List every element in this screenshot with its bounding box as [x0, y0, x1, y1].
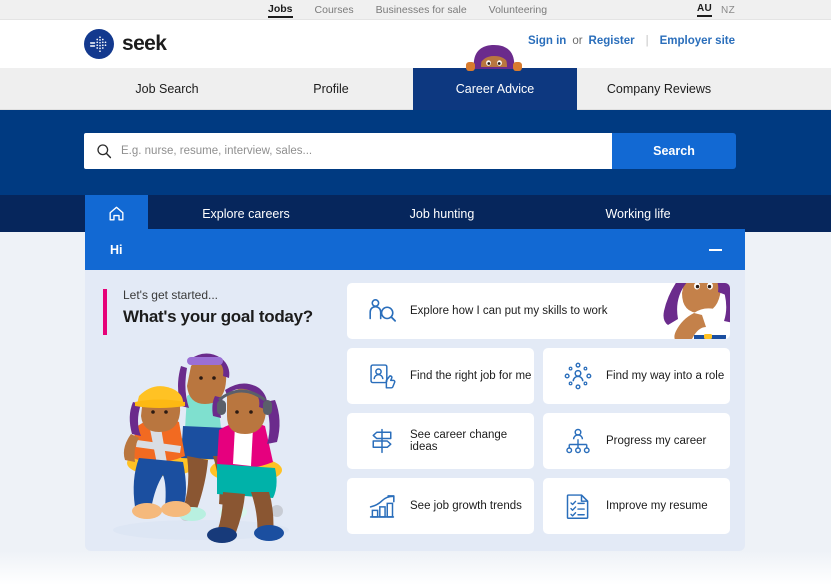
- subnav-item-working-life[interactable]: Working life: [540, 195, 736, 232]
- subnav-item-job-hunting[interactable]: Job hunting: [344, 195, 540, 232]
- greeting-bar: Hi: [85, 229, 745, 270]
- page-footer-fade: [0, 551, 831, 585]
- search-placeholder-text: E.g. nurse, resume, interview, sales...: [121, 145, 313, 157]
- pink-accent-bar: [103, 289, 107, 335]
- person-search-icon: [365, 294, 399, 328]
- tab-career-advice[interactable]: Career Advice: [413, 68, 577, 110]
- goal-card-progress-career[interactable]: Progress my career: [543, 413, 730, 469]
- goal-cards-row-4: See job growth trends Improve my resume: [347, 478, 730, 534]
- utility-link-jobs[interactable]: Jobs: [268, 3, 293, 18]
- goal-card-label: Find the right job for me: [410, 370, 532, 382]
- goal-card-career-change-ideas[interactable]: See career change ideas: [347, 413, 534, 469]
- greeting-text: Hi: [110, 242, 123, 257]
- panel-headline: What's your goal today?: [123, 307, 313, 326]
- locale-switcher: AU NZ: [697, 0, 735, 20]
- utility-link-courses[interactable]: Courses: [315, 4, 354, 16]
- subnav-home-button[interactable]: [85, 195, 148, 232]
- checklist-document-icon: [561, 489, 595, 523]
- person-network-nodes-icon: [561, 359, 595, 393]
- seek-career-advice-page: Jobs Courses Businesses for sale Volunte…: [0, 0, 831, 585]
- search-icon: [97, 144, 112, 159]
- goal-card-label: See career change ideas: [410, 429, 508, 453]
- org-chart-icon: [561, 424, 595, 458]
- account-links: Sign in or Register | Employer site: [528, 35, 735, 47]
- woman-purple-hair-illustration: [663, 283, 730, 339]
- goal-card-label: See job growth trends: [410, 500, 522, 512]
- subnav-item-explore-careers[interactable]: Explore careers: [148, 195, 344, 232]
- career-advice-subnav: Explore careers Job hunting Working life: [0, 195, 831, 232]
- tab-profile[interactable]: Profile: [249, 68, 413, 110]
- person-card-thumbs-up-icon: [365, 359, 399, 393]
- panel-left-column: Let's get started... What's your goal to…: [85, 270, 343, 551]
- sign-in-link[interactable]: Sign in: [528, 35, 566, 47]
- goal-card-label: Progress my career: [606, 435, 707, 447]
- link-divider: |: [645, 35, 649, 47]
- goal-card-explore-skills[interactable]: Explore how I can put my skills to work: [347, 283, 730, 339]
- register-link[interactable]: Register: [589, 35, 635, 47]
- goal-cards-row-3: See career change ideas Progress my care…: [347, 413, 730, 469]
- search-input[interactable]: E.g. nurse, resume, interview, sales...: [84, 133, 612, 169]
- locale-au[interactable]: AU: [697, 3, 713, 17]
- goal-cards-row-2: Find the right job for me Find my way in…: [347, 348, 730, 404]
- goal-card-label: Improve my resume: [606, 500, 708, 512]
- main-tab-bar: Job Search Profile Career Advice Company…: [0, 45, 831, 110]
- goal-selection-panel: Let's get started... What's your goal to…: [85, 270, 745, 551]
- bar-chart-arrow-up-icon: [365, 489, 399, 523]
- goal-card-label: Explore how I can put my skills to work: [410, 305, 608, 317]
- or-label: or: [572, 35, 583, 47]
- employer-site-link[interactable]: Employer site: [660, 35, 735, 47]
- goal-card-find-way-into-role[interactable]: Find my way into a role: [543, 348, 730, 404]
- seek-wordmark: seek: [122, 32, 167, 55]
- utility-link-volunteering[interactable]: Volunteering: [489, 4, 547, 16]
- locale-nz[interactable]: NZ: [721, 5, 735, 16]
- goal-cards-column: Explore how I can put my skills to work: [343, 270, 745, 551]
- minus-icon[interactable]: [709, 248, 722, 251]
- goal-card-job-growth-trends[interactable]: See job growth trends: [347, 478, 534, 534]
- seek-dot-matrix-logo-icon: [84, 29, 114, 59]
- three-people-illustration: [113, 353, 289, 543]
- search-button[interactable]: Search: [612, 133, 736, 169]
- brand-header: seek Sign in or Register | Employer site: [0, 20, 831, 68]
- utility-bar: Jobs Courses Businesses for sale Volunte…: [0, 0, 831, 20]
- goal-card-find-right-job[interactable]: Find the right job for me: [347, 348, 534, 404]
- panel-headline-block: Let's get started... What's your goal to…: [103, 288, 343, 335]
- search-bar: E.g. nurse, resume, interview, sales... …: [84, 133, 736, 169]
- goal-card-improve-resume[interactable]: Improve my resume: [543, 478, 730, 534]
- panel-eyebrow: Let's get started...: [123, 288, 219, 302]
- utility-link-businesses-for-sale[interactable]: Businesses for sale: [376, 4, 467, 16]
- tab-job-search[interactable]: Job Search: [85, 68, 249, 110]
- home-icon: [109, 206, 124, 221]
- signpost-icon: [365, 424, 399, 458]
- goal-card-label: Find my way into a role: [606, 370, 725, 382]
- seek-logo[interactable]: seek: [84, 29, 167, 59]
- tab-company-reviews[interactable]: Company Reviews: [577, 68, 741, 110]
- utility-nav-links: Jobs Courses Businesses for sale Volunte…: [268, 0, 547, 20]
